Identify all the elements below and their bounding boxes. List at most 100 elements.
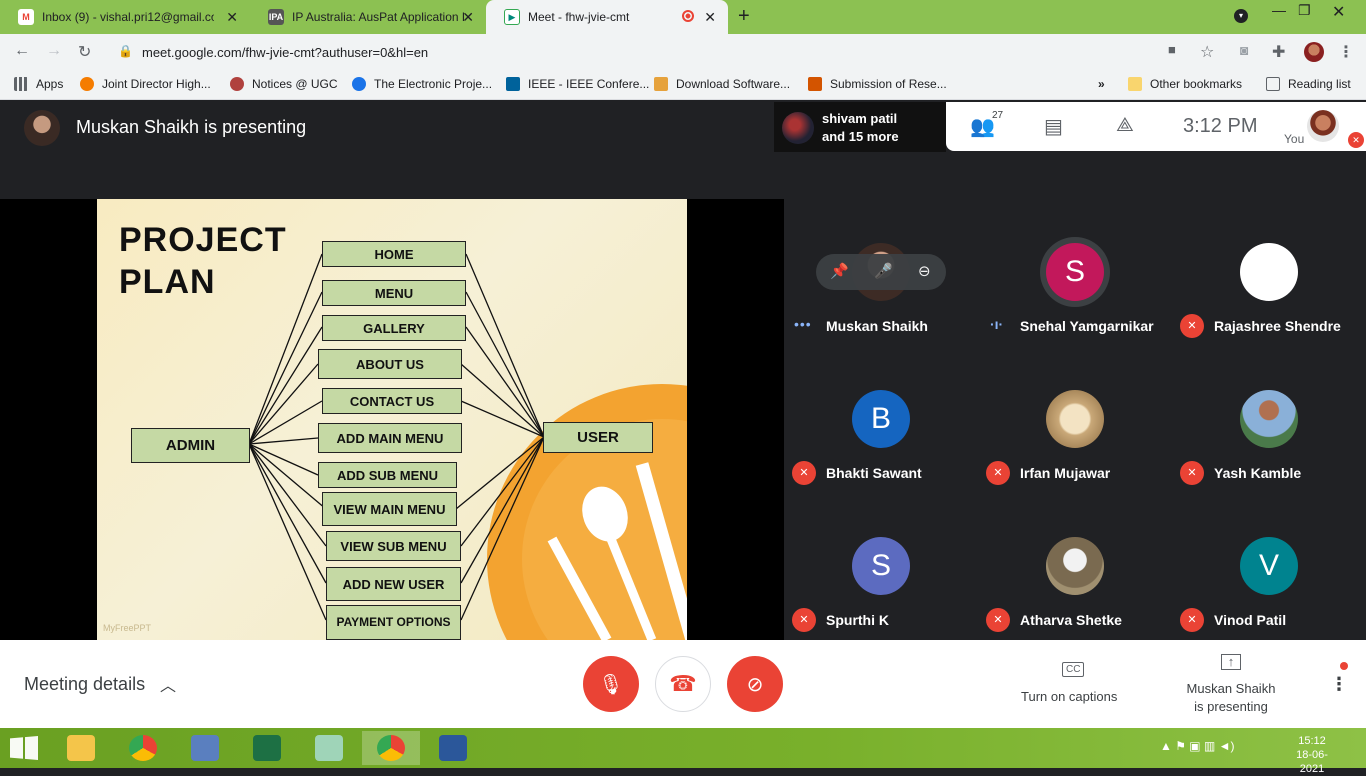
word-button[interactable] (424, 731, 482, 765)
participant-tile[interactable]: 📌 🎤 ⊖ ••• Muskan Shaikh (784, 199, 978, 346)
chrome-menu-icon[interactable]: ⋮ (1338, 42, 1354, 62)
activities-icon[interactable]: ⟁ (1116, 114, 1134, 137)
bookmark-label: IEEE - IEEE Confere... (528, 77, 650, 91)
chrome-button[interactable] (114, 731, 172, 765)
participant-tile[interactable]: ✕ Irfan Mujawar (978, 346, 1172, 493)
bookmark-item[interactable]: The Electronic Proje... (352, 77, 492, 91)
bookmark-item[interactable]: Submission of Rese... (808, 77, 947, 91)
forward-icon[interactable]: → (46, 42, 62, 60)
excel-icon (253, 735, 281, 761)
tab-gmail[interactable]: M Inbox (9) - vishal.pri12@gmail.com ✕ (0, 0, 250, 34)
gmail-icon: M (18, 9, 34, 25)
participants-joined-notice[interactable]: shivam patil and 15 more (774, 102, 946, 152)
blogger-icon (80, 77, 94, 91)
notes-app-icon (315, 735, 343, 761)
extensions-icon[interactable]: ✚ (1272, 42, 1285, 62)
slide-title: PROJECT PLAN (119, 219, 287, 303)
people-count-badge: 27 (992, 110, 1004, 121)
top-controls: 👥 27 ▤ ⟁ 3:12 PM You ✕ (946, 102, 1366, 151)
system-tray-icons[interactable]: ▲ ⚑ ▣ ▥ ◄) (1160, 739, 1235, 753)
audio-wave-icon: ·ı· (990, 316, 1004, 332)
tab-ip-australia[interactable]: IPA IP Australia: AusPat Application D ✕ (250, 0, 486, 34)
tray-clock[interactable]: 15:12 18-06-2021 (1285, 734, 1339, 776)
mic-toggle-button[interactable]: 🎙 (583, 656, 639, 712)
bookmark-item[interactable]: IEEE - IEEE Confere... (506, 77, 649, 91)
menu-box: PAYMENT OPTIONS (326, 605, 461, 640)
participant-tile[interactable]: ✕ Atharva Shetke (978, 493, 1172, 640)
bookmark-item[interactable]: Notices @ UGC (230, 77, 338, 91)
windows-start-icon[interactable] (10, 736, 38, 760)
reading-list-icon (1266, 77, 1280, 91)
captions-icon[interactable]: CC (1062, 662, 1085, 677)
meeting-details-button[interactable]: Meeting details (24, 674, 145, 695)
bookmark-item[interactable]: Download Software... (654, 77, 790, 91)
bookmark-apps[interactable]: Apps (14, 77, 63, 91)
screenshot-extension-icon[interactable]: ◙ (1240, 42, 1248, 58)
participant-tile[interactable]: S ✕ Spurthi K (784, 493, 978, 640)
new-tab-icon[interactable]: + (738, 5, 750, 28)
camera-in-use-icon[interactable]: ■ (1168, 42, 1176, 57)
participant-name: Muskan Shaikh (826, 318, 928, 334)
tab-meet[interactable]: ▶ Meet - fhw-jvie-cmt ✕ (486, 0, 728, 34)
participant-tile[interactable]: ✕ Rajashree Shendre (1172, 199, 1366, 346)
present-screen-icon[interactable]: ↑ (1221, 654, 1241, 670)
reading-list[interactable]: Reading list (1266, 77, 1351, 91)
notice-line-2: and 15 more (822, 129, 899, 144)
minimize-icon[interactable]: — (1272, 2, 1286, 18)
joined-notice-text: shivam patil and 15 more (822, 110, 899, 146)
back-icon[interactable]: ← (14, 42, 30, 60)
menu-box: CONTACT US (322, 388, 462, 414)
chrome-active-button[interactable] (362, 731, 420, 765)
download-software-icon (654, 77, 668, 91)
muted-mic-icon: ✕ (986, 461, 1010, 485)
file-explorer-button[interactable] (52, 731, 110, 765)
menu-box: MENU (322, 280, 466, 306)
address-bar[interactable]: 🔒 meet.google.com/fhw-jvie-cmt?authuser=… (108, 38, 1228, 66)
more-options-icon[interactable]: ⋮ (1330, 674, 1348, 695)
self-avatar[interactable] (1307, 110, 1339, 142)
tray-date: 18-06-2021 (1296, 749, 1328, 775)
remove-icon[interactable]: ⊖ (918, 262, 931, 280)
camera-toggle-button[interactable]: ⊘ (727, 656, 783, 712)
avatar: V (1240, 537, 1298, 595)
bookmark-label: Submission of Rese... (830, 77, 947, 91)
participant-tile[interactable]: B ✕ Bhakti Sawant (784, 346, 978, 493)
bookmark-label: Reading list (1288, 77, 1351, 91)
chevron-up-icon[interactable]: ︿ (160, 672, 176, 696)
close-tab-icon[interactable]: ✕ (226, 9, 238, 26)
participant-tile[interactable]: S ·ı· Snehal Yamgarnikar (978, 199, 1172, 346)
participant-tile[interactable]: ✕ Yash Kamble (1172, 346, 1366, 493)
speaking-indicator-icon: ••• (794, 316, 812, 332)
present-button-label[interactable]: Muskan Shaikh is presenting (1180, 680, 1282, 716)
chat-icon[interactable]: ▤ (1044, 114, 1063, 139)
close-tab-icon[interactable]: ✕ (462, 9, 474, 26)
you-label: You (1284, 132, 1305, 146)
avatar (1240, 390, 1298, 448)
muted-mic-icon: ✕ (986, 608, 1010, 632)
profile-avatar[interactable] (1304, 42, 1324, 62)
maximize-icon[interactable]: ❐ (1298, 2, 1311, 19)
other-bookmarks-folder[interactable]: Other bookmarks (1128, 77, 1242, 91)
app-button[interactable] (300, 731, 358, 765)
bookmarks-overflow-icon[interactable]: » (1098, 77, 1105, 91)
captions-button-label[interactable]: Turn on captions (1021, 689, 1117, 704)
close-window-icon[interactable]: ✕ (1332, 2, 1345, 22)
excel-button[interactable] (238, 731, 296, 765)
meeting-clock: 3:12 PM (1183, 115, 1258, 137)
close-tab-icon[interactable]: ✕ (704, 9, 716, 26)
reload-icon[interactable]: ↻ (78, 42, 91, 62)
presenter-avatar (24, 110, 60, 146)
leave-call-button[interactable]: ☎ (655, 656, 711, 712)
tab-search-icon[interactable]: ▾ (1234, 9, 1248, 23)
mic-icon[interactable]: 🎤 (874, 262, 893, 280)
ieee-icon (506, 77, 520, 91)
bookmark-star-icon[interactable]: ☆ (1200, 42, 1214, 62)
participant-tile[interactable]: V ✕ Vinod Patil (1172, 493, 1366, 640)
presentation-stage[interactable]: PROJECT PLAN ADMIN USER HOME MENU GALLER… (0, 199, 784, 640)
pin-icon[interactable]: 📌 (830, 262, 849, 280)
app-button[interactable] (176, 731, 234, 765)
notification-dot (1340, 662, 1348, 670)
word-icon (439, 735, 467, 761)
bookmark-item[interactable]: Joint Director High... (80, 77, 211, 91)
meet-bottom-bar: Meeting details ︿ 🎙 ☎ ⊘ CC Turn on capti… (0, 640, 1366, 728)
